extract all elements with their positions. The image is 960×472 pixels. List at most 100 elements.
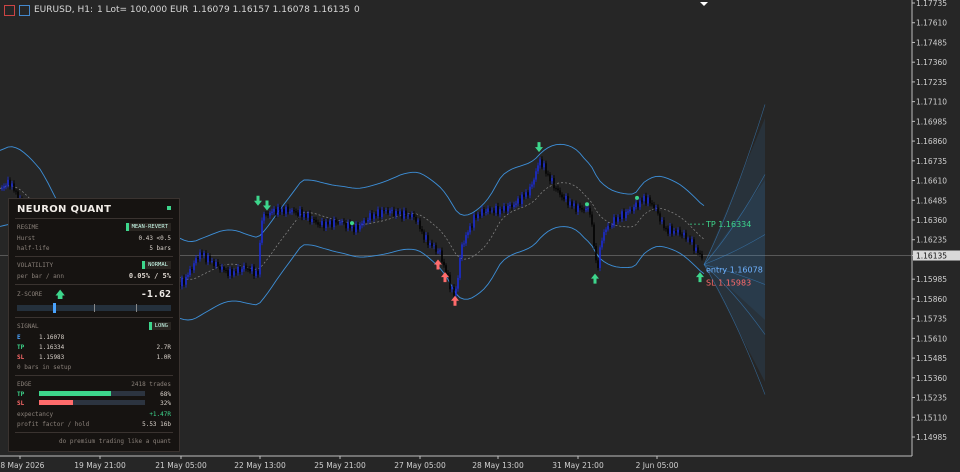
signal-tp-r: 2.7R — [156, 344, 171, 351]
half-life-label: half-life — [17, 245, 50, 252]
divider — [15, 218, 173, 219]
candle-body — [373, 214, 375, 219]
price-tick-label: 1.15110 — [916, 413, 947, 422]
candle-body — [499, 209, 501, 215]
candle-body — [199, 252, 201, 260]
status-dot-icon — [167, 206, 171, 210]
candle-body — [243, 265, 245, 270]
candle-body — [255, 270, 257, 276]
candle-body — [643, 195, 645, 202]
candle-body — [451, 287, 453, 290]
price-tick-label: 1.15485 — [916, 354, 947, 363]
candle-body — [421, 229, 423, 232]
chart-icon[interactable] — [4, 4, 15, 16]
candle-body — [335, 219, 337, 223]
candle-body — [207, 255, 209, 263]
candle-body — [585, 208, 587, 211]
candle-body — [385, 210, 387, 212]
candle-body — [639, 200, 641, 208]
price-tick-label: 1.16360 — [916, 216, 947, 225]
candle-body — [361, 223, 363, 226]
shift-marker-icon — [700, 2, 708, 6]
zscore-marker — [53, 303, 57, 313]
candle-body — [673, 230, 675, 234]
price-tick-label: 1.16985 — [916, 117, 947, 126]
candle-body — [315, 219, 317, 223]
candle-body — [393, 209, 395, 216]
candle-body — [575, 203, 577, 212]
zscore-value: -1.62 — [140, 289, 171, 300]
candle-body — [317, 222, 319, 225]
candle-body — [305, 213, 307, 218]
candle-body — [615, 217, 617, 222]
candle-body — [429, 242, 431, 246]
candle-body — [249, 269, 251, 272]
candle-body — [301, 209, 303, 218]
candle-body — [625, 211, 627, 219]
price-tick-label: 1.15610 — [916, 334, 947, 343]
candle-body — [511, 204, 513, 207]
candle-body — [283, 209, 285, 214]
candle-body — [355, 224, 357, 233]
candle-body — [287, 206, 289, 212]
price-tick-label: 1.15860 — [916, 295, 947, 304]
price-tick-label: 1.17360 — [916, 58, 947, 67]
candle-body — [9, 179, 11, 187]
candle-body — [337, 222, 339, 224]
candle-body — [399, 211, 401, 214]
candle-body — [667, 228, 669, 234]
candle-body — [605, 229, 607, 233]
price-tick-label: 1.14985 — [916, 433, 947, 442]
candle-body — [427, 235, 429, 246]
candle-body — [237, 266, 239, 273]
candle-body — [461, 244, 463, 258]
candle-body — [521, 194, 523, 205]
profit-factor-label: profit factor / hold — [17, 421, 90, 428]
candle-body — [467, 232, 469, 236]
candle-body — [465, 235, 467, 244]
candle-body — [367, 220, 369, 222]
candle-body — [379, 209, 381, 217]
candle-body — [383, 209, 385, 211]
candle-body — [341, 221, 343, 223]
candle-body — [299, 209, 301, 216]
candle-body — [229, 269, 231, 277]
candle-body — [497, 206, 499, 215]
candle-body — [611, 225, 613, 227]
candle-body — [389, 210, 391, 214]
candle-body — [319, 224, 321, 226]
candle-body — [545, 163, 547, 174]
candle-body — [543, 163, 545, 168]
candle-body — [613, 217, 615, 226]
candle-body — [603, 232, 605, 241]
candle-body — [665, 228, 667, 230]
candle-body — [463, 243, 465, 245]
candle-body — [647, 197, 649, 204]
candle-body — [491, 210, 493, 212]
signal-sl-value: 1.15983 — [39, 354, 65, 361]
edge-sl-bar — [39, 400, 73, 405]
candle-body — [407, 215, 409, 217]
candle-body — [375, 214, 377, 216]
candle-body — [649, 197, 651, 204]
candle-body — [651, 203, 653, 205]
candle-body — [425, 235, 427, 240]
candle-body — [371, 213, 373, 219]
signal-entry-value: 1.16078 — [39, 334, 65, 341]
arrow-up-icon: 🡅 — [55, 290, 66, 301]
candle-body — [415, 216, 417, 222]
candle-body — [617, 217, 619, 222]
divider — [15, 284, 173, 285]
candle-body — [565, 195, 567, 200]
indicator-icon[interactable] — [19, 4, 30, 16]
signal-badge: LONG — [148, 322, 171, 330]
candle-body — [303, 213, 305, 218]
time-tick-label: 22 May 13:00 — [234, 461, 286, 470]
candle-body — [693, 239, 695, 251]
candle-body — [517, 198, 519, 204]
candle-body — [321, 221, 323, 226]
candle-body — [423, 231, 425, 240]
candle-body — [245, 265, 247, 269]
price-tick-label: 1.15235 — [916, 394, 947, 403]
candle-body — [697, 247, 699, 253]
